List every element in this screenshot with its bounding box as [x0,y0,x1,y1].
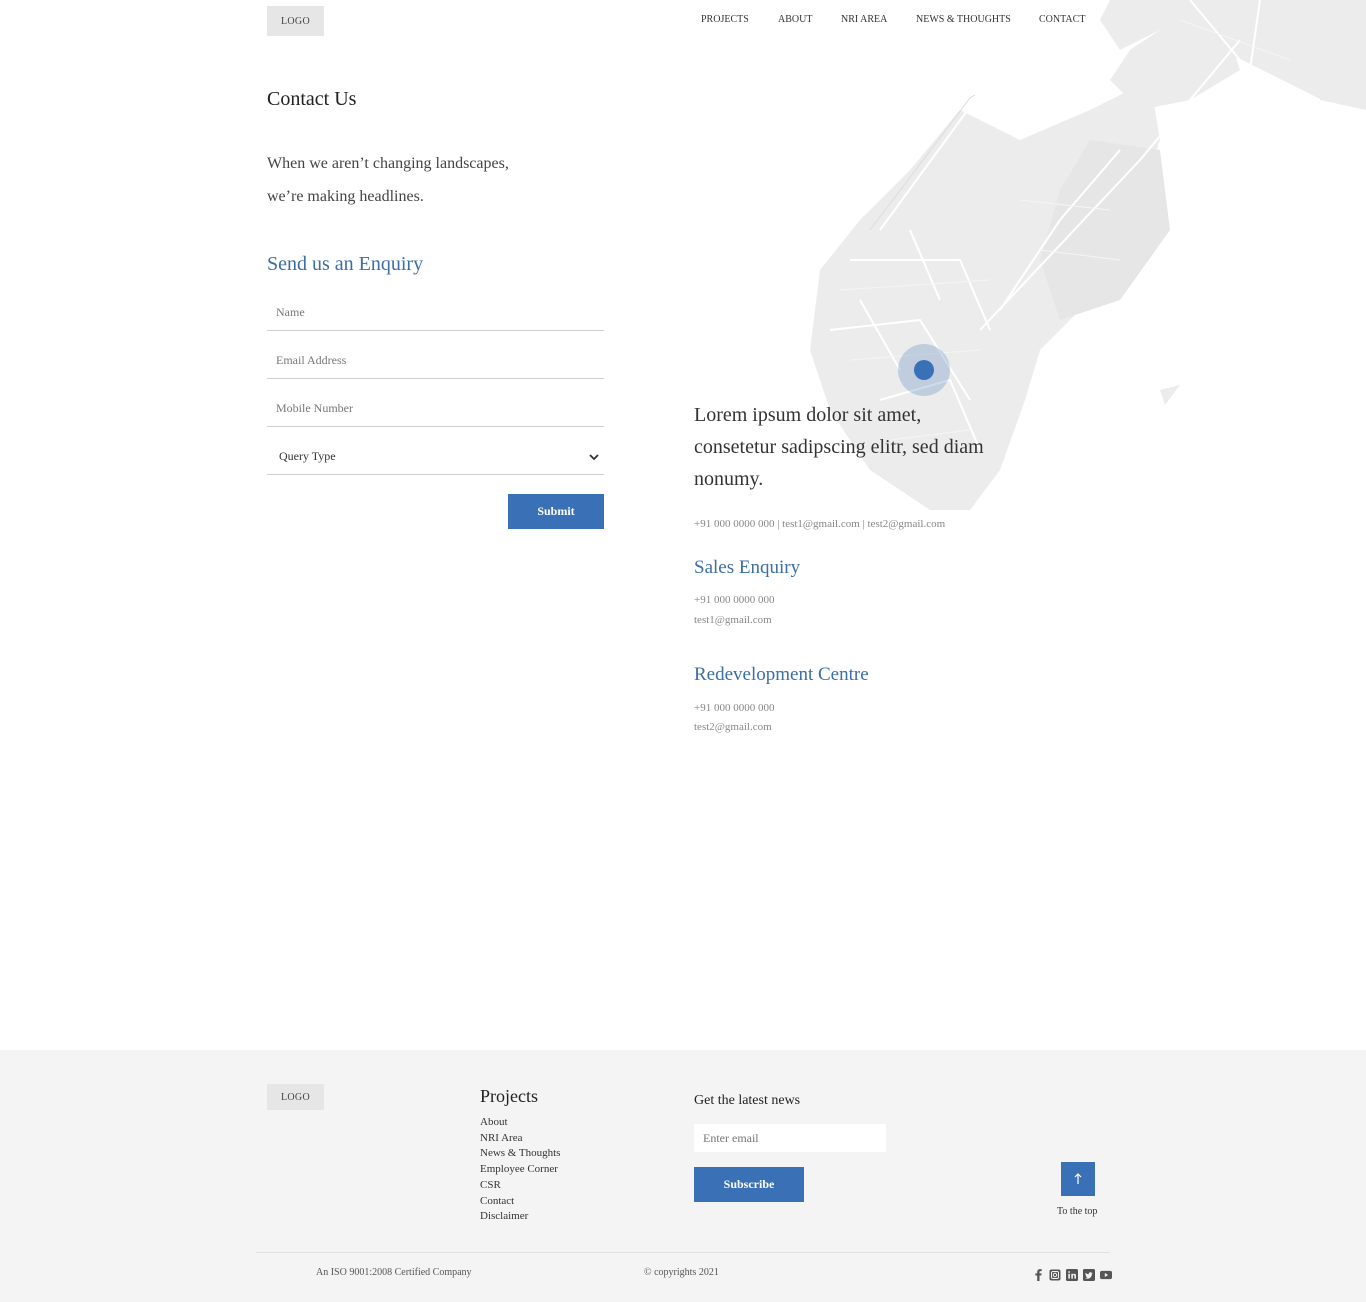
twitter-icon[interactable] [1083,1269,1095,1281]
footer-link-nri-area[interactable]: NRI Area [480,1131,560,1147]
nav-nri-area[interactable]: NRI AREA [841,14,887,25]
footer-link-news-thoughts[interactable]: News & Thoughts [480,1146,560,1162]
page-title: Contact Us [267,88,357,110]
footer-projects-title[interactable]: Projects [480,1086,538,1107]
mobile-field-wrap [267,391,604,427]
name-input[interactable] [267,295,604,330]
map-marker-icon [914,360,934,380]
footer: LOGO Projects About NRI Area News & Thou… [0,1050,1366,1302]
social-links [1032,1269,1112,1281]
tagline-line-1: When we aren’t changing landscapes, [267,155,509,172]
sales-email: test1@gmail.com [694,614,772,626]
newsletter-email-input[interactable] [694,1124,886,1152]
enquiry-title: Send us an Enquiry [267,253,424,275]
redevelopment-title: Redevelopment Centre [694,664,869,685]
footer-link-about[interactable]: About [480,1115,560,1131]
to-top-button[interactable] [1061,1162,1095,1196]
footer-link-disclaimer[interactable]: Disclaimer [480,1209,560,1225]
contact-line: +91 000 0000 000 | test1@gmail.com | tes… [694,518,946,530]
mobile-input[interactable] [267,391,604,426]
redevelopment-phone: +91 000 0000 000 [694,702,775,714]
query-type-value: Query Type [279,449,336,463]
newsletter-title: Get the latest news [694,1093,801,1108]
youtube-icon[interactable] [1100,1269,1112,1281]
redevelopment-email: test2@gmail.com [694,721,772,733]
to-top-label: To the top [1057,1206,1098,1217]
linkedin-icon[interactable] [1066,1269,1078,1281]
footer-divider [256,1252,1110,1253]
name-field-wrap [267,295,604,331]
chevron-down-icon [589,453,599,460]
facebook-icon[interactable] [1032,1269,1044,1281]
footer-link-employee-corner[interactable]: Employee Corner [480,1162,560,1178]
sales-phone: +91 000 0000 000 [694,594,775,606]
email-input[interactable] [267,343,604,378]
nav-projects[interactable]: PROJECTS [701,14,749,25]
nav-contact[interactable]: CONTACT [1039,14,1085,25]
footer-links: About NRI Area News & Thoughts Employee … [480,1115,560,1225]
query-type-select[interactable]: Query Type [267,439,604,475]
tagline-line-2: we’re making headlines. [267,188,424,205]
submit-button[interactable]: Submit [508,494,604,529]
tagline: When we aren’t changing landscapes, we’r… [267,147,509,213]
sales-enquiry-title: Sales Enquiry [694,557,801,578]
nav-about[interactable]: ABOUT [778,14,812,25]
contact-lead-text: Lorem ipsum dolor sit amet, consetetur s… [694,404,984,490]
arrow-up-icon [1074,1173,1082,1184]
header-logo[interactable]: LOGO [267,6,324,36]
instagram-icon[interactable] [1049,1269,1061,1281]
subscribe-button[interactable]: Subscribe [694,1167,804,1202]
iso-certification: An ISO 9001:2008 Certified Company [316,1267,472,1278]
footer-logo[interactable]: LOGO [267,1084,324,1110]
copyright: © copyrights 2021 [644,1267,719,1278]
footer-link-csr[interactable]: CSR [480,1178,560,1194]
footer-link-contact[interactable]: Contact [480,1194,560,1210]
email-field-wrap [267,343,604,379]
nav-news-thoughts[interactable]: NEWS & THOUGHTS [916,14,1011,25]
